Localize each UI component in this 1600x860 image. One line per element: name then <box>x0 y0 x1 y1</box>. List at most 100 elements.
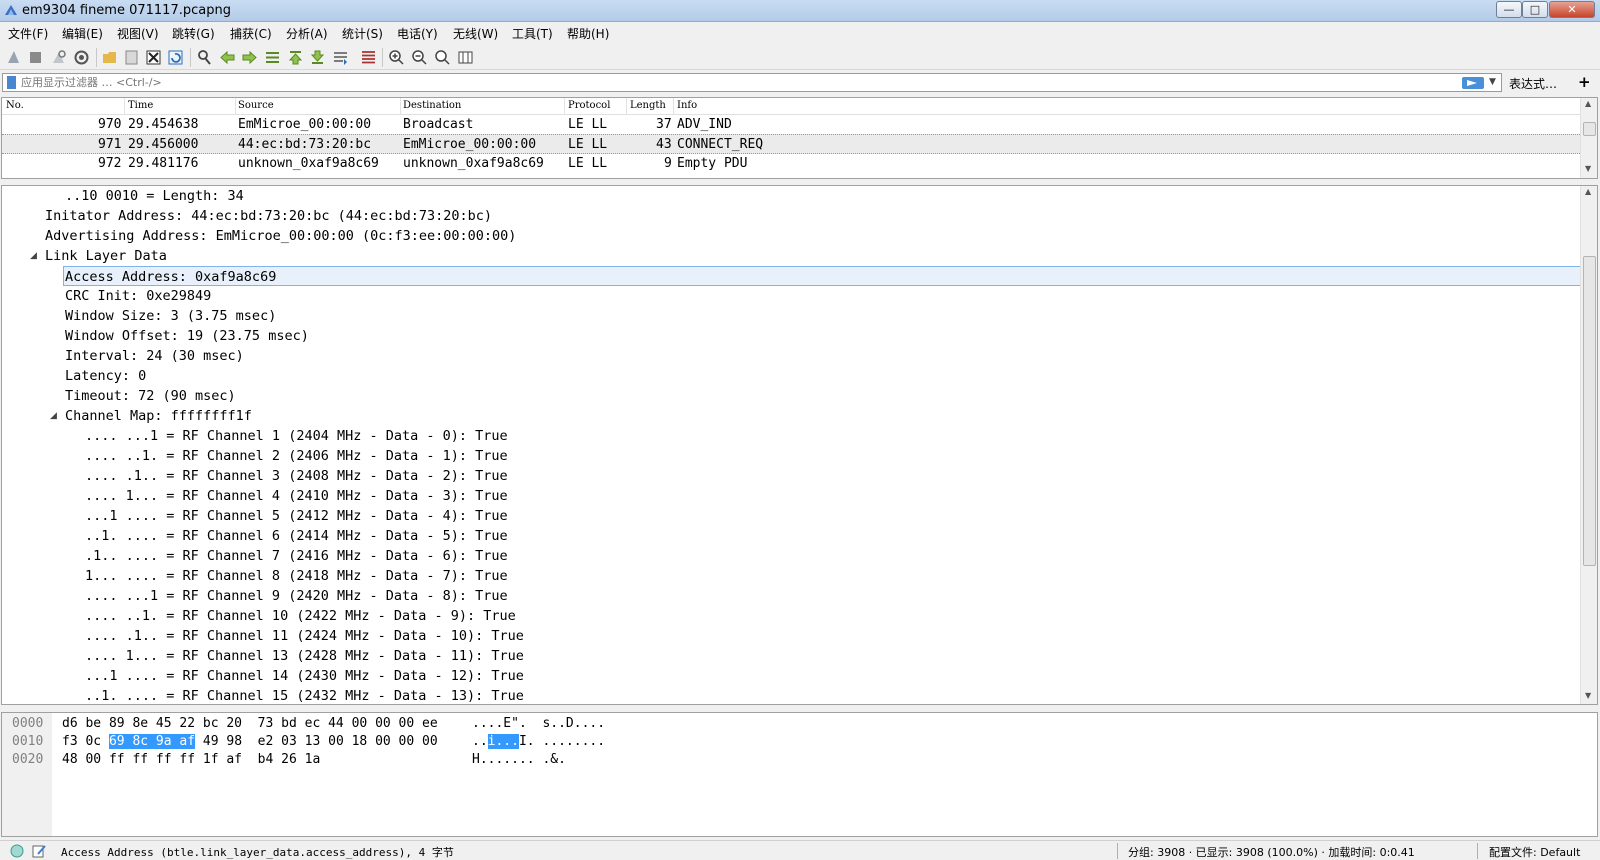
tree-item-selected[interactable]: Access Address: 0xaf9a8c69 <box>63 266 1583 286</box>
column-divider[interactable] <box>400 98 401 115</box>
reload-file-icon[interactable] <box>167 49 184 66</box>
scroll-down-icon[interactable]: ▼ <box>1585 164 1591 173</box>
menu-help[interactable]: 帮助(H) <box>567 25 609 42</box>
go-forward-icon[interactable] <box>241 49 258 66</box>
column-no[interactable]: No. <box>6 100 24 114</box>
details-scrollbar[interactable]: ▲ ▼ <box>1580 186 1597 704</box>
capture-options-icon[interactable] <box>73 49 90 66</box>
menu-analyze[interactable]: 分析(A) <box>286 25 328 42</box>
tree-item[interactable]: .... ..1. = RF Channel 10 (2422 MHz - Da… <box>85 606 516 626</box>
packet-row[interactable]: 972 29.481176 unknown_0xaf9a8c69 unknown… <box>2 154 1582 174</box>
menu-telephony[interactable]: 电话(Y) <box>397 25 438 42</box>
tree-item[interactable]: .... ..1. = RF Channel 2 (2406 MHz - Dat… <box>85 446 508 466</box>
column-time[interactable]: Time <box>128 100 153 114</box>
column-divider[interactable] <box>673 98 674 115</box>
packet-row-selected[interactable]: 971 29.456000 44:ec:bd:73:20:bc EmMicroe… <box>2 134 1582 154</box>
menu-capture[interactable]: 捕获(C) <box>230 25 272 42</box>
tree-item[interactable]: Timeout: 72 (90 msec) <box>65 386 236 406</box>
tree-item[interactable]: CRC Init: 0xe29849 <box>65 286 211 306</box>
colorize-icon[interactable] <box>360 49 377 66</box>
first-packet-icon[interactable] <box>287 49 304 66</box>
save-file-icon[interactable] <box>123 49 140 66</box>
menu-view[interactable]: 视图(V) <box>117 25 159 42</box>
scroll-thumb[interactable] <box>1583 122 1596 136</box>
column-divider[interactable] <box>124 98 125 115</box>
tree-item[interactable]: .... .1.. = RF Channel 11 (2424 MHz - Da… <box>85 626 524 646</box>
profile-text[interactable]: 配置文件: Default <box>1489 844 1580 860</box>
apply-filter-icon[interactable] <box>1462 77 1484 89</box>
go-to-packet-icon[interactable] <box>264 49 281 66</box>
auto-scroll-icon[interactable] <box>332 49 349 66</box>
expand-arrow-icon[interactable]: ◢ <box>50 411 57 421</box>
zoom-out-icon[interactable] <box>411 49 428 66</box>
column-divider[interactable] <box>235 98 236 115</box>
tree-item[interactable]: .... 1... = RF Channel 4 (2410 MHz - Dat… <box>85 486 508 506</box>
close-file-icon[interactable] <box>145 49 162 66</box>
tree-item[interactable]: ..1. .... = RF Channel 15 (2432 MHz - Da… <box>85 686 524 704</box>
tree-item[interactable]: 1... .... = RF Channel 8 (2418 MHz - Dat… <box>85 566 508 586</box>
menu-wireless[interactable]: 无线(W) <box>453 25 498 42</box>
tree-item[interactable]: ..1. .... = RF Channel 6 (2414 MHz - Dat… <box>85 526 508 546</box>
menu-edit[interactable]: 编辑(E) <box>62 25 103 42</box>
packet-row[interactable]: 970 29.454638 EmMicroe_00:00:00 Broadcas… <box>2 115 1582 135</box>
add-filter-button[interactable]: + <box>1578 73 1591 91</box>
column-length[interactable]: Length <box>630 100 666 114</box>
normal-size-icon[interactable] <box>434 49 451 66</box>
tree-item[interactable]: Interval: 24 (30 msec) <box>65 346 244 366</box>
column-divider[interactable] <box>564 98 565 115</box>
find-packet-icon[interactable] <box>196 49 213 66</box>
menu-statistics[interactable]: 统计(S) <box>342 25 383 42</box>
hex-row[interactable]: d6 be 89 8e 45 22 bc 20 73 bd ec 44 00 0… <box>62 715 438 733</box>
scroll-down-icon[interactable]: ▼ <box>1585 691 1591 700</box>
resize-columns-icon[interactable] <box>457 49 474 66</box>
restart-capture-icon[interactable] <box>50 49 67 66</box>
display-filter-input[interactable] <box>21 75 1421 90</box>
hex-row[interactable]: 48 00 ff ff ff ff 1f af b4 26 1a <box>62 751 320 769</box>
ascii-row[interactable]: ..i...I. ........ <box>472 733 605 751</box>
tree-item[interactable]: ...1 .... = RF Channel 14 (2430 MHz - Da… <box>85 666 524 686</box>
expand-arrow-icon[interactable]: ◢ <box>30 251 37 261</box>
ascii-row[interactable]: ....E". s..D.... <box>472 715 605 733</box>
stop-capture-icon[interactable] <box>27 49 44 66</box>
expert-info-icon[interactable] <box>10 844 24 858</box>
tree-item[interactable]: Window Offset: 19 (23.75 msec) <box>65 326 309 346</box>
scroll-up-icon[interactable]: ▲ <box>1585 187 1591 196</box>
scroll-up-icon[interactable]: ▲ <box>1585 99 1591 108</box>
tree-item[interactable]: Initator Address: 44:ec:bd:73:20:bc (44:… <box>45 206 492 226</box>
column-info[interactable]: Info <box>677 100 697 114</box>
minimize-button[interactable]: — <box>1496 1 1522 18</box>
tree-item-link-layer-data[interactable]: Link Layer Data <box>45 246 167 266</box>
hex-row[interactable]: f3 0c 69 8c 9a af 49 98 e2 03 13 00 18 0… <box>62 733 438 751</box>
menu-tools[interactable]: 工具(T) <box>512 25 553 42</box>
column-source[interactable]: Source <box>238 100 274 114</box>
scroll-thumb[interactable] <box>1583 256 1596 566</box>
tree-item[interactable]: Window Size: 3 (3.75 msec) <box>65 306 276 326</box>
tree-item-channel-map[interactable]: Channel Map: ffffffff1f <box>65 406 252 426</box>
ascii-row[interactable]: H....... .&. <box>472 751 566 769</box>
tree-item[interactable]: .... 1... = RF Channel 13 (2428 MHz - Da… <box>85 646 524 666</box>
edit-comment-icon[interactable] <box>32 844 47 858</box>
tree-item[interactable]: Latency: 0 <box>65 366 146 386</box>
packet-list-scrollbar[interactable]: ▲ ▼ <box>1580 98 1597 178</box>
last-packet-icon[interactable] <box>309 49 326 66</box>
go-back-icon[interactable] <box>219 49 236 66</box>
filter-dropdown-icon[interactable]: ▼ <box>1489 77 1496 87</box>
zoom-in-icon[interactable] <box>388 49 405 66</box>
tree-item[interactable]: .... ...1 = RF Channel 9 (2420 MHz - Dat… <box>85 586 508 606</box>
menu-file[interactable]: 文件(F) <box>8 25 48 42</box>
column-destination[interactable]: Destination <box>403 100 461 114</box>
tree-item[interactable]: .1.. .... = RF Channel 7 (2416 MHz - Dat… <box>85 546 508 566</box>
close-button[interactable]: ✕ <box>1549 1 1595 18</box>
tree-item[interactable]: ...1 .... = RF Channel 5 (2412 MHz - Dat… <box>85 506 508 526</box>
start-capture-icon[interactable] <box>5 49 22 66</box>
tree-item[interactable]: ..10 0010 = Length: 34 <box>65 186 244 206</box>
expression-button[interactable]: 表达式… <box>1509 75 1557 92</box>
maximize-button[interactable]: □ <box>1522 1 1548 18</box>
open-file-icon[interactable] <box>101 49 118 66</box>
bookmark-icon[interactable] <box>7 76 16 89</box>
tree-item[interactable]: Advertising Address: EmMicroe_00:00:00 (… <box>45 226 516 246</box>
tree-item[interactable]: .... .1.. = RF Channel 3 (2408 MHz - Dat… <box>85 466 508 486</box>
column-protocol[interactable]: Protocol <box>568 100 610 114</box>
menu-go[interactable]: 跳转(G) <box>172 25 215 42</box>
tree-item[interactable]: .... ...1 = RF Channel 1 (2404 MHz - Dat… <box>85 426 508 446</box>
